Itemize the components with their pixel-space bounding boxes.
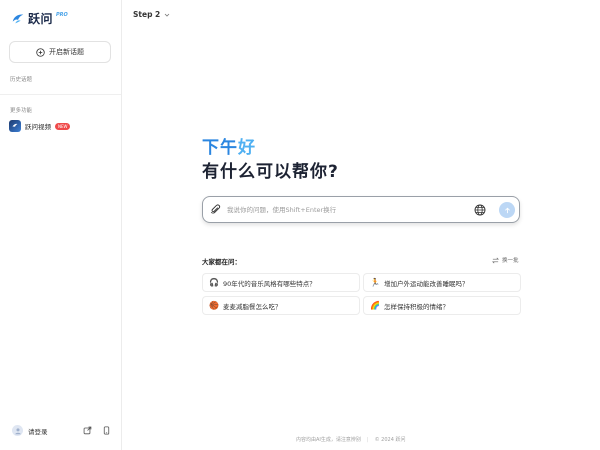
refresh-questions-button[interactable]: 换一批 — [492, 256, 519, 264]
new-chat-button[interactable]: 开启新话题 — [9, 41, 111, 63]
chat-input[interactable] — [227, 202, 467, 218]
video-app-icon — [9, 120, 21, 132]
headphones-icon: 🎧 — [209, 278, 219, 287]
question-text: 90年代的音乐风格有哪些特点？ — [223, 279, 316, 288]
user-icon — [14, 427, 21, 434]
share-icon[interactable] — [83, 426, 92, 435]
arrow-up-icon — [504, 207, 510, 213]
ai-disclaimer: 内容均由AI生成，请注意辨别 — [296, 437, 361, 443]
model-selector[interactable]: Step 2 — [133, 10, 170, 19]
footer-separator: | — [366, 436, 369, 443]
sidebar-item-video[interactable]: 跃问视频 NEW — [9, 120, 71, 132]
globe-icon[interactable] — [474, 204, 486, 216]
footer: 内容均由AI生成，请注意辨别 | © 2024 跃问 — [296, 436, 406, 444]
phone-icon[interactable] — [102, 426, 111, 435]
question-text: 怎样保持积极的情绪？ — [384, 302, 449, 311]
question-card[interactable]: 🏃 增加户外运动能改善睡眠吗？ — [363, 273, 521, 292]
refresh-label: 换一批 — [502, 258, 519, 264]
logo-pro-badge: PRO — [56, 11, 68, 18]
suggested-questions-title: 大家都在问： — [202, 258, 241, 266]
app-root: 跃问 PRO 开启新话题 历史话题 更多功能 跃问视频 NEW 请登录 Step… — [0, 0, 600, 450]
question-card[interactable]: 🎧 90年代的音乐风格有哪些特点？ — [202, 273, 360, 292]
dolphin-logo-icon — [12, 13, 24, 23]
new-badge: NEW — [55, 122, 71, 130]
greeting: 下午好 — [202, 133, 256, 158]
logo-text: 跃问 — [28, 12, 54, 26]
greeting-prefix: 下午 — [202, 138, 238, 158]
plus-circle-icon — [36, 47, 45, 57]
history-label: 历史话题 — [10, 77, 33, 83]
basketball-icon: 🏀 — [209, 301, 219, 310]
login-button[interactable]: 请登录 — [12, 425, 48, 436]
swap-icon — [492, 257, 499, 263]
new-chat-label: 开启新话题 — [49, 48, 84, 56]
avatar — [12, 425, 23, 436]
copyright: © 2024 跃问 — [374, 437, 406, 443]
sidebar-divider — [0, 94, 121, 95]
login-label: 请登录 — [28, 427, 48, 436]
page-title: 有什么可以帮你? — [202, 162, 339, 182]
more-features-label: 更多功能 — [10, 108, 33, 114]
chat-input-box — [202, 196, 520, 223]
question-card[interactable]: 🏀 麦麦减脂餐怎么吃？ — [202, 296, 360, 315]
greeting-highlight: 好 — [238, 138, 256, 158]
question-card[interactable]: 🌈 怎样保持积极的情绪？ — [363, 296, 521, 315]
question-text: 增加户外运动能改善睡眠吗？ — [384, 279, 469, 288]
paperclip-icon[interactable] — [210, 204, 221, 215]
runner-icon: 🏃 — [370, 278, 380, 287]
logo[interactable]: 跃问 PRO — [11, 10, 68, 27]
model-selector-label: Step 2 — [133, 10, 161, 19]
chevron-down-icon — [164, 13, 170, 17]
video-label: 跃问视频 — [25, 123, 51, 131]
question-text: 麦麦减脂餐怎么吃？ — [223, 302, 282, 311]
main-panel: Step 2 下午好 有什么可以帮你? 大 — [122, 0, 600, 450]
rainbow-icon: 🌈 — [370, 301, 380, 310]
send-button[interactable] — [499, 202, 515, 218]
sidebar: 跃问 PRO 开启新话题 历史话题 更多功能 跃问视频 NEW 请登录 — [0, 0, 122, 450]
